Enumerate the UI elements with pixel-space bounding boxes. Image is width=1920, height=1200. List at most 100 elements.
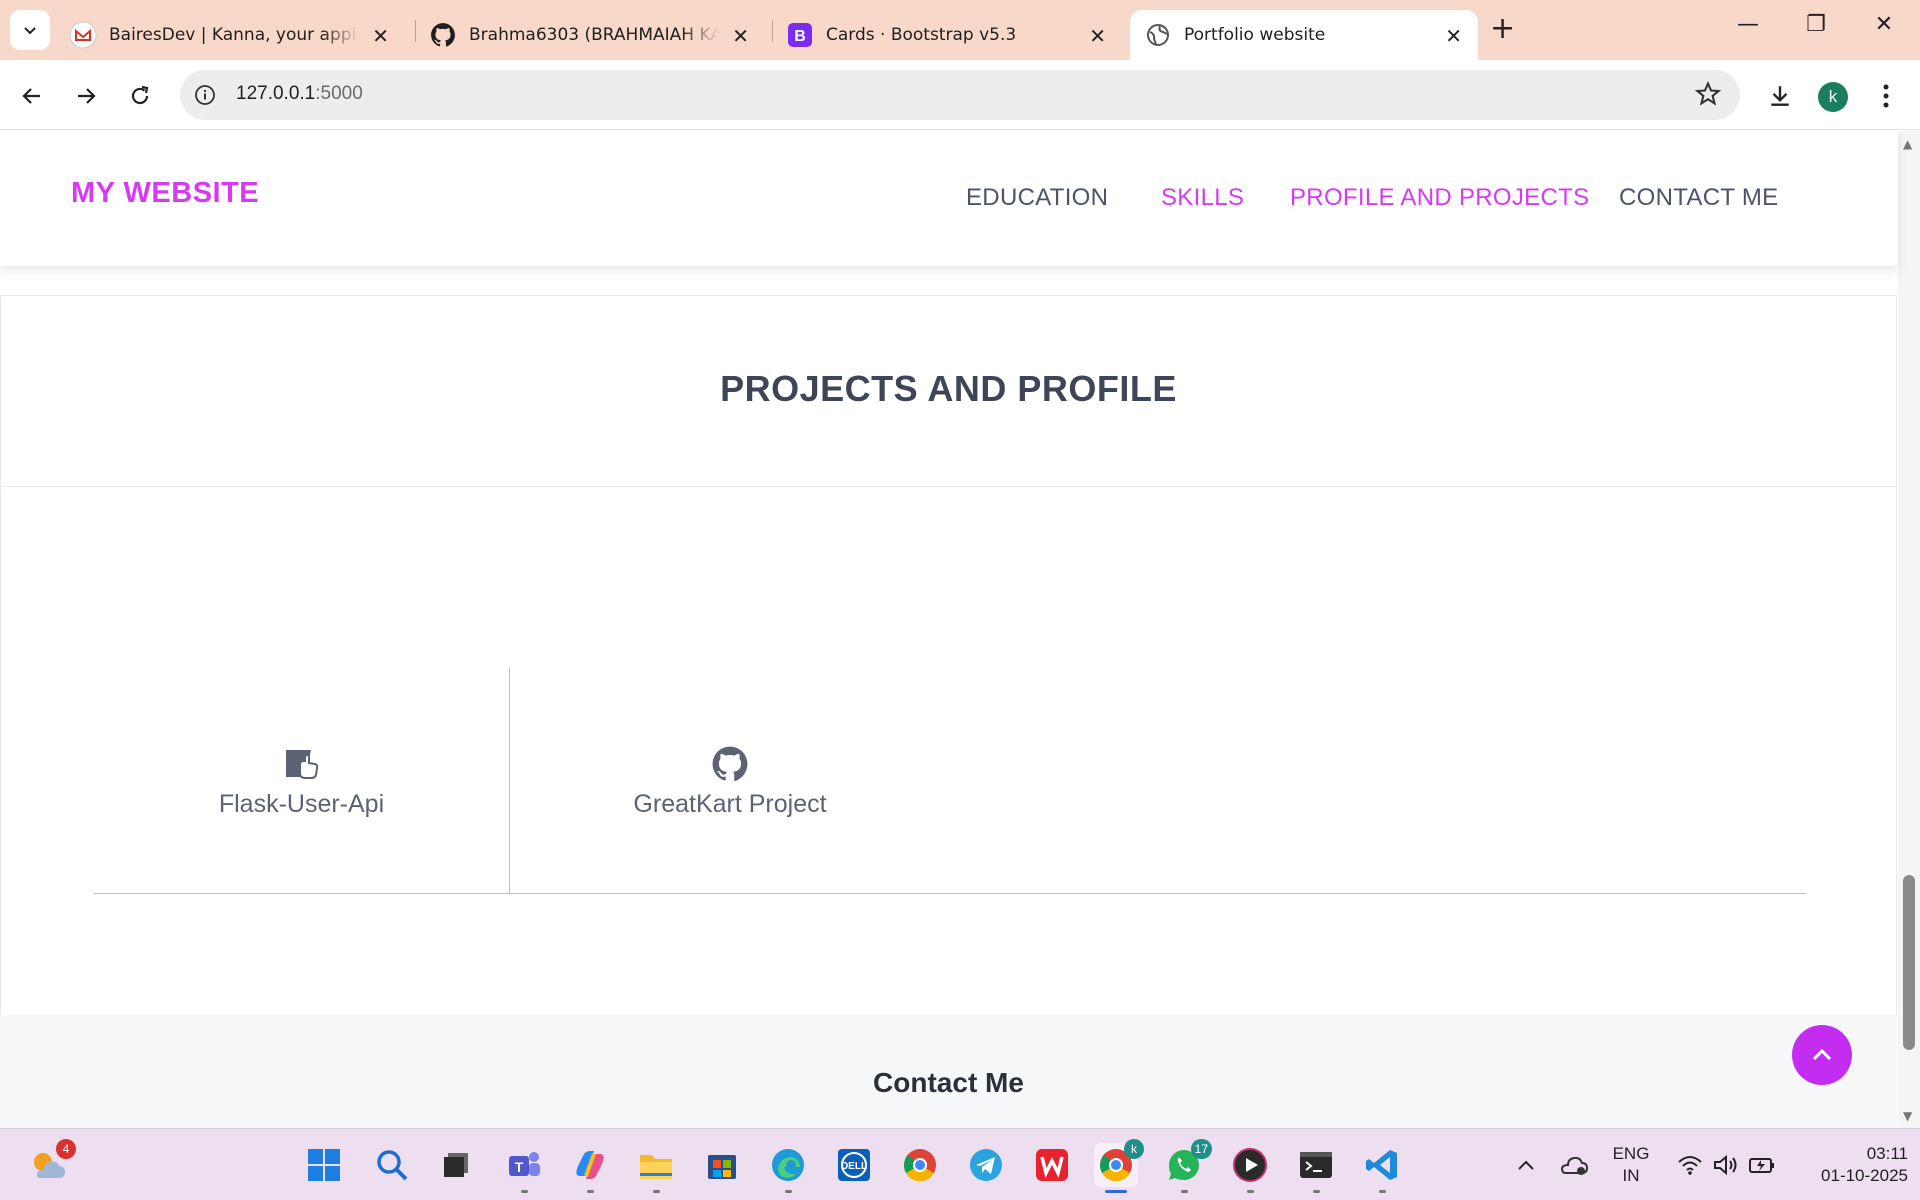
scroll-to-top-button[interactable] — [1792, 1025, 1852, 1085]
running-indicator — [653, 1190, 660, 1193]
svg-text:T: T — [515, 1159, 524, 1175]
telegram-icon — [970, 1149, 1002, 1181]
nav-link-profile-projects[interactable]: PROFILE AND PROJECTS — [1290, 184, 1589, 212]
media-player-app[interactable] — [1228, 1143, 1272, 1193]
scroll-down-arrow-icon[interactable]: ▼ — [1903, 1109, 1912, 1123]
tab-search-button[interactable] — [10, 10, 50, 50]
site-brand[interactable]: MY WEBSITE — [71, 177, 259, 210]
kebab-menu-icon — [1883, 84, 1889, 108]
copilot-app[interactable] — [568, 1143, 612, 1193]
battery-charging-icon — [1749, 1158, 1774, 1173]
terminal-app[interactable] — [1294, 1143, 1338, 1193]
cloud-icon — [1560, 1156, 1589, 1175]
tab-portfolio[interactable]: Portfolio website ✕ — [1130, 10, 1478, 60]
project-label: GreatKart Project — [633, 789, 827, 818]
browser-menu-button[interactable] — [1868, 78, 1904, 114]
svg-text:B: B — [794, 28, 806, 45]
clock-date: 01-10-2025 — [1821, 1166, 1908, 1185]
contact-section: Contact Me — [0, 1015, 1897, 1128]
task-view-icon — [444, 1153, 468, 1177]
download-icon — [1771, 86, 1789, 106]
page-viewport: MY WEBSITE EDUCATION SKILLS PROFILE AND … — [0, 131, 1920, 1128]
tab-bootstrap[interactable]: B Cards · Bootstrap v5.3 ✕ — [772, 10, 1122, 60]
site-info-icon[interactable] — [192, 82, 218, 108]
globe-icon — [1144, 21, 1172, 49]
search-icon — [377, 1150, 408, 1181]
telegram-app[interactable] — [964, 1143, 1008, 1187]
nav-link-contact[interactable]: CONTACT ME — [1619, 184, 1778, 212]
microsoft-store-app[interactable] — [700, 1143, 744, 1187]
project-label: Flask-User-Api — [218, 789, 385, 818]
chevron-down-icon — [24, 27, 36, 35]
arrow-right-icon — [78, 88, 96, 104]
close-window-button[interactable]: ✕ — [1864, 12, 1904, 37]
address-bar[interactable]: 127.0.0.1:5000 — [180, 70, 1740, 120]
whatsapp-app[interactable]: 17 — [1162, 1139, 1212, 1193]
vscode-app[interactable] — [1360, 1143, 1404, 1193]
hand-point-icon — [282, 744, 322, 784]
store-icon — [708, 1155, 736, 1179]
chrome-app[interactable] — [898, 1143, 942, 1187]
windows-logo-icon — [308, 1149, 340, 1181]
profile-avatar[interactable]: k — [1818, 82, 1848, 112]
reload-button[interactable] — [122, 78, 158, 114]
clock-time: 03:11 — [1866, 1144, 1908, 1163]
nav-link-education[interactable]: EDUCATION — [966, 184, 1108, 212]
url-host: 127.0.0.1 — [236, 83, 316, 104]
new-tab-button[interactable]: + — [1490, 14, 1515, 44]
speaker-icon — [1714, 1154, 1737, 1176]
project-card-greatkart[interactable]: GreatKart Project — [510, 668, 950, 894]
weather-widget[interactable]: 4 — [26, 1139, 76, 1187]
edge-icon — [772, 1149, 804, 1181]
projects-heading: PROJECTS AND PROFILE — [720, 368, 1177, 409]
close-tab-icon[interactable]: ✕ — [1445, 24, 1462, 48]
running-indicator — [1181, 1190, 1188, 1193]
running-indicator — [1313, 1190, 1320, 1193]
taskbar-search[interactable] — [370, 1143, 414, 1187]
scrollbar-thumb[interactable] — [1903, 875, 1915, 1050]
tab-bairesdev[interactable]: BairesDev | Kanna, your applicat ✕ — [55, 10, 405, 60]
close-tab-icon[interactable]: ✕ — [1089, 24, 1106, 48]
file-explorer-app[interactable] — [634, 1143, 678, 1193]
dell-app[interactable]: DELL — [832, 1143, 876, 1187]
running-indicator — [1379, 1190, 1386, 1193]
running-indicator — [521, 1190, 528, 1193]
nav-link-skills[interactable]: SKILLS — [1161, 184, 1244, 212]
chevron-up-icon — [1518, 1160, 1534, 1170]
reload-icon — [131, 85, 149, 105]
forward-button[interactable] — [68, 78, 104, 114]
edge-app[interactable] — [766, 1143, 810, 1193]
svg-text:DELL: DELL — [841, 1161, 867, 1172]
onedrive-tray[interactable] — [1552, 1143, 1596, 1187]
show-hidden-icons-button[interactable] — [1504, 1143, 1548, 1187]
teams-app[interactable]: T — [502, 1143, 546, 1193]
browser-tab-strip: BairesDev | Kanna, your applicat ✕ Brahm… — [0, 0, 1920, 60]
tab-github[interactable]: Brahma6303 (BRAHMAIAH KAN ✕ — [415, 10, 765, 60]
section-divider — [1, 486, 1896, 487]
bookmark-star-icon[interactable] — [1694, 80, 1722, 112]
task-view-button[interactable] — [434, 1143, 478, 1187]
project-card-flask[interactable]: Flask-User-Api — [94, 668, 510, 894]
wps-office-app[interactable] — [1030, 1143, 1074, 1187]
close-tab-icon[interactable]: ✕ — [732, 24, 749, 48]
language-indicator[interactable]: ENG IN — [1604, 1143, 1658, 1187]
projects-section: PROJECTS AND PROFILE Flask-User-Api Grea… — [0, 295, 1897, 1017]
battery-tray[interactable] — [1740, 1143, 1784, 1187]
url-port: :5000 — [315, 83, 363, 104]
restore-button[interactable]: ❐ — [1796, 12, 1836, 37]
arrow-left-icon — [22, 88, 40, 104]
tab-title: Cards · Bootstrap v5.3 — [826, 25, 1017, 45]
chrome-profile-app[interactable]: k — [1094, 1139, 1144, 1193]
close-tab-icon[interactable]: ✕ — [372, 24, 389, 48]
page-scrollbar[interactable]: ▲ ▼ — [1898, 131, 1920, 1128]
minimize-button[interactable]: — — [1728, 12, 1768, 37]
wifi-icon — [1678, 1156, 1702, 1175]
scroll-up-arrow-icon[interactable]: ▲ — [1903, 137, 1912, 151]
clock[interactable]: 03:11 01-10-2025 — [1784, 1143, 1908, 1187]
copilot-icon — [576, 1151, 604, 1179]
back-button[interactable] — [14, 78, 50, 114]
start-button[interactable] — [302, 1143, 346, 1187]
gmail-icon — [69, 21, 97, 49]
downloads-button[interactable] — [1762, 78, 1798, 114]
running-indicator — [785, 1190, 792, 1193]
